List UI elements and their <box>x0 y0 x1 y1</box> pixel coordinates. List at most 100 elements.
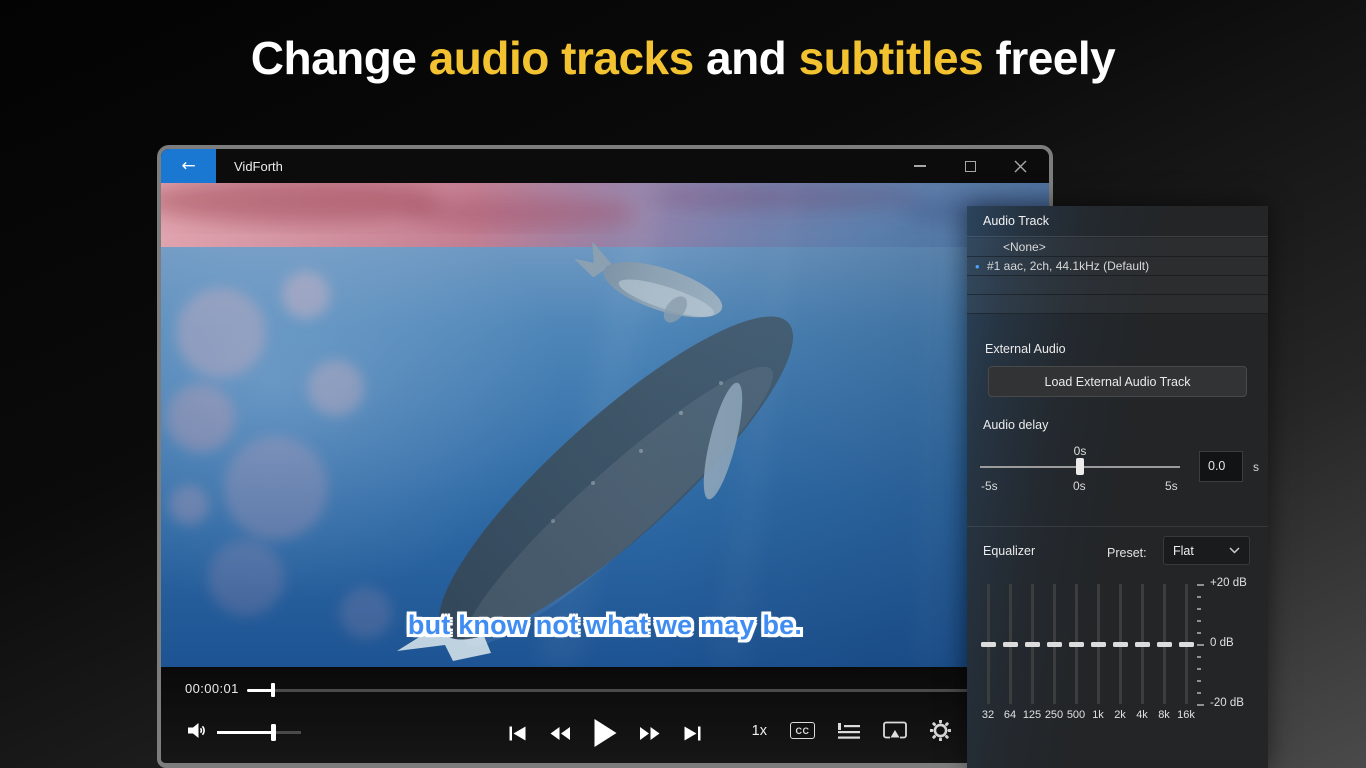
subtitle-text: but know not what we may be. <box>161 610 1049 641</box>
eq-slider-handle[interactable] <box>1003 642 1018 647</box>
eq-slider-handle[interactable] <box>1025 642 1040 647</box>
delay-mid-label: 0s <box>1073 479 1086 493</box>
db-scale-label: +20 dB <box>1210 577 1247 589</box>
db-scale-label: -20 dB <box>1210 697 1244 709</box>
eq-band-slider[interactable]: 4k <box>1131 580 1153 725</box>
transport-controls <box>509 719 702 747</box>
audio-delay-input[interactable]: 0.0 <box>1199 451 1243 482</box>
load-external-audio-button[interactable]: Load External Audio Track <box>988 366 1247 397</box>
db-tick <box>1197 644 1204 646</box>
eq-band-slider[interactable]: 64 <box>999 580 1021 725</box>
back-arrow-icon: ← <box>181 158 195 175</box>
playlist-icon[interactable] <box>838 723 860 739</box>
title-highlight-audio-tracks: audio tracks <box>429 32 694 84</box>
app-window: ← VidForth <box>157 145 1053 768</box>
cc-subtitles-button[interactable]: CC <box>790 722 815 739</box>
fast-forward-button[interactable] <box>639 725 662 742</box>
window-controls <box>895 149 1045 183</box>
eq-band-slider[interactable]: 125 <box>1021 580 1043 725</box>
equalizer-label: Equalizer <box>983 544 1035 558</box>
audio-delay-current-value: 0s <box>1070 444 1090 458</box>
video-area[interactable]: but know not what we may be. <box>161 183 1049 667</box>
db-tick <box>1197 584 1204 586</box>
audio-track-row-empty[interactable] <box>967 295 1268 314</box>
page-title: Change audio tracks and subtitles freely <box>0 31 1366 85</box>
audio-track-list: <None>•#1 aac, 2ch, 44.1kHz (Default) <box>967 238 1268 314</box>
preset-label: Preset: <box>1107 546 1147 560</box>
db-tick <box>1197 680 1201 682</box>
eq-slider-handle[interactable] <box>1157 642 1172 647</box>
close-button[interactable] <box>995 149 1045 183</box>
section-divider <box>967 526 1268 527</box>
minimize-button[interactable] <box>895 149 945 183</box>
audio-track-row[interactable]: <None> <box>967 238 1268 257</box>
audio-track-row[interactable]: •#1 aac, 2ch, 44.1kHz (Default) <box>967 257 1268 276</box>
volume-icon[interactable] <box>187 721 209 740</box>
rewind-button[interactable] <box>549 725 572 742</box>
db-tick <box>1197 692 1201 694</box>
secondary-controls: 1x CC <box>752 720 951 741</box>
pip-icon[interactable] <box>883 721 907 740</box>
titlebar: ← VidForth <box>161 149 1049 183</box>
title-text: and <box>694 32 799 84</box>
eq-band-slider[interactable]: 2k <box>1109 580 1131 725</box>
stage: Change audio tracks and subtitles freely… <box>0 0 1366 768</box>
seek-handle[interactable] <box>271 683 275 697</box>
title-highlight-subtitles: subtitles <box>799 32 984 84</box>
player-controls: 00:00:01 <box>161 667 1049 763</box>
back-button[interactable]: ← <box>161 149 216 183</box>
audio-track-header: Audio Track <box>967 206 1268 237</box>
eq-band-slider[interactable]: 500 <box>1065 580 1087 725</box>
preset-value: Flat <box>1173 544 1229 558</box>
equalizer-bands: 32641252505001k2k4k8k16k <box>977 580 1197 725</box>
eq-slider-handle[interactable] <box>1069 642 1084 647</box>
volume-handle[interactable] <box>271 724 276 741</box>
window-title: VidForth <box>234 159 283 174</box>
audio-delay-label: Audio delay <box>983 418 1048 432</box>
minimize-icon <box>914 165 926 167</box>
eq-slider-handle[interactable] <box>1135 642 1150 647</box>
seek-bar-fill <box>247 689 273 692</box>
seek-bar[interactable] <box>247 689 1041 692</box>
volume-slider-fill <box>217 731 273 734</box>
title-text: Change <box>251 32 429 84</box>
maximize-icon <box>965 161 976 172</box>
audio-panel: Audio Track <None>•#1 aac, 2ch, 44.1kHz … <box>967 206 1268 768</box>
db-tick <box>1197 596 1201 598</box>
db-tick <box>1197 704 1204 706</box>
eq-band-slider[interactable]: 16k <box>1175 580 1197 725</box>
maximize-button[interactable] <box>945 149 995 183</box>
audio-track-row-empty[interactable] <box>967 276 1268 295</box>
db-tick <box>1197 668 1201 670</box>
chevron-down-icon <box>1229 547 1240 554</box>
close-icon <box>1014 160 1027 173</box>
eq-slider-handle[interactable] <box>1179 642 1194 647</box>
eq-slider-handle[interactable] <box>1091 642 1106 647</box>
eq-band-slider[interactable]: 250 <box>1043 580 1065 725</box>
eq-slider-handle[interactable] <box>1113 642 1128 647</box>
delay-unit-label: s <box>1253 460 1259 474</box>
settings-gear-icon[interactable] <box>930 720 951 741</box>
previous-button[interactable] <box>509 725 528 742</box>
selected-dot-icon: • <box>975 257 980 276</box>
eq-band-slider[interactable]: 8k <box>1153 580 1175 725</box>
current-time: 00:00:01 <box>185 681 239 696</box>
db-tick <box>1197 620 1201 622</box>
db-tick <box>1197 632 1201 634</box>
delay-max-label: 5s <box>1165 479 1178 493</box>
db-tick <box>1197 608 1201 610</box>
external-audio-label: External Audio <box>985 342 1066 356</box>
next-button[interactable] <box>683 725 702 742</box>
whale-video-frame <box>161 183 1049 667</box>
play-button[interactable] <box>593 719 618 747</box>
audio-delay-handle[interactable] <box>1076 458 1084 475</box>
eq-slider-handle[interactable] <box>981 642 996 647</box>
playback-speed-button[interactable]: 1x <box>752 723 767 739</box>
db-tick <box>1197 656 1201 658</box>
eq-slider-handle[interactable] <box>1047 642 1062 647</box>
eq-band-slider[interactable]: 32 <box>977 580 999 725</box>
preset-dropdown[interactable]: Flat <box>1163 536 1250 565</box>
title-text: freely <box>983 32 1115 84</box>
db-scale: +20 dB0 dB-20 dB <box>1197 580 1267 725</box>
eq-band-slider[interactable]: 1k <box>1087 580 1109 725</box>
